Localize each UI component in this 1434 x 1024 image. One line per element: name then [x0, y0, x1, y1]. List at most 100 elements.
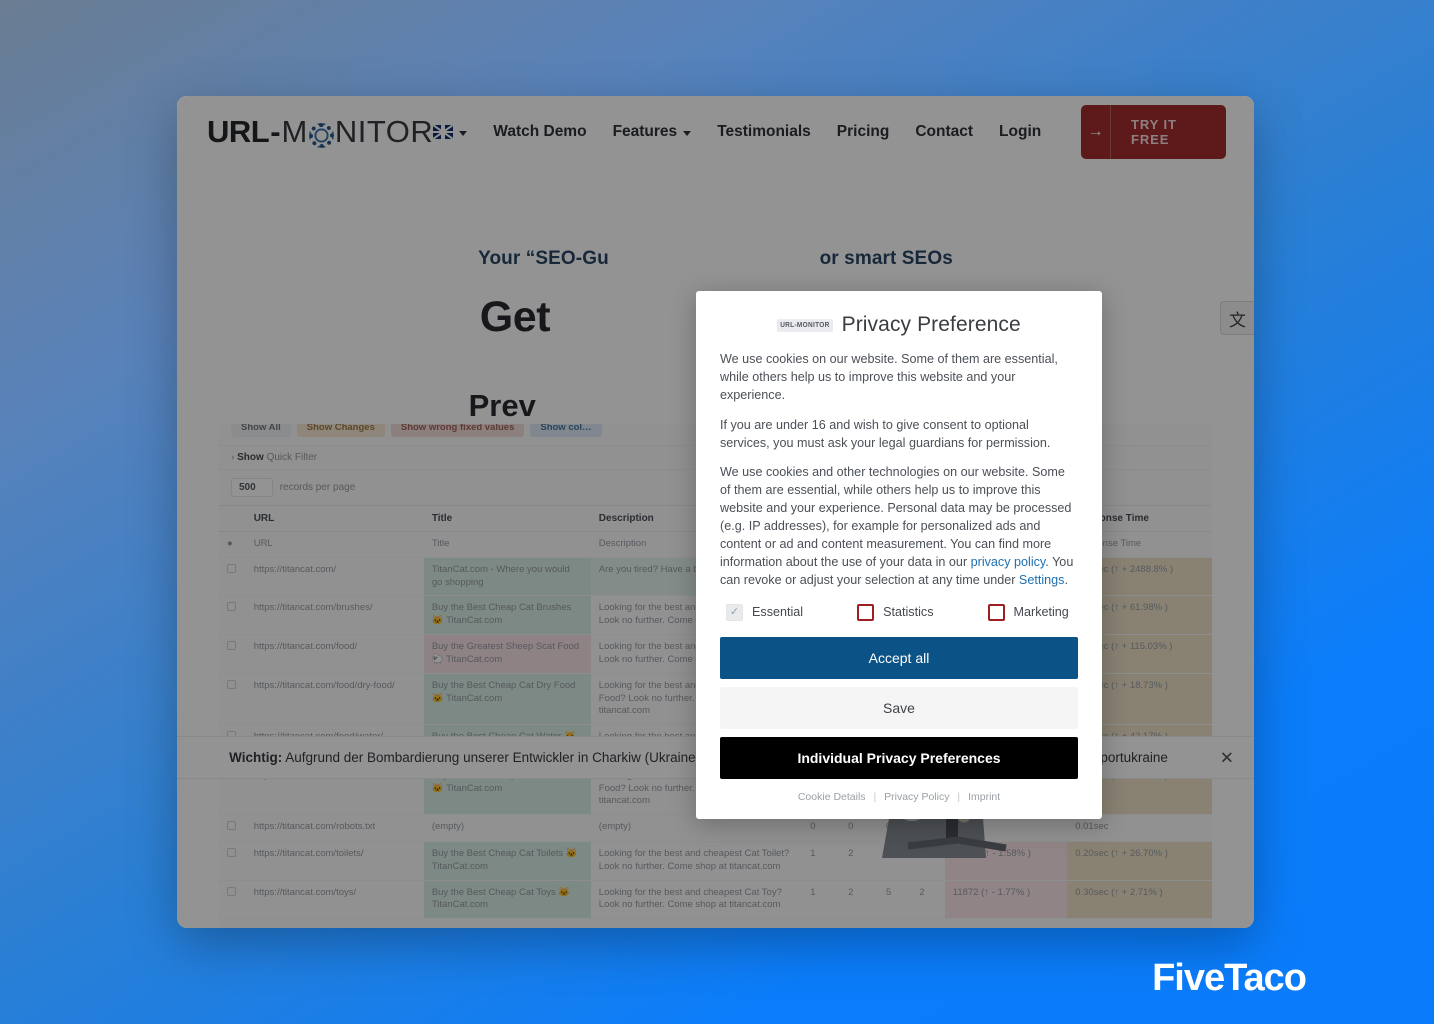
cell-title: Buy the Greatest Sheep Scat Food 🐑 Titan…	[423, 634, 591, 674]
cell-il: 5	[877, 880, 912, 920]
table-row[interactable]: https://titancat.com/robots.txt (empty) (e…	[219, 814, 1212, 842]
logo-text-url: URL	[207, 114, 270, 149]
filter-title[interactable]: Title	[423, 531, 591, 558]
footer-separator: |	[957, 790, 961, 803]
consent-label-essential: Essential	[752, 605, 804, 619]
cell-el: 2	[911, 880, 945, 920]
row-checkbox[interactable]	[219, 841, 246, 881]
nav-item-watch-demo[interactable]: Watch Demo	[493, 123, 586, 141]
save-button[interactable]: Save	[720, 686, 1078, 729]
nav-item-pricing[interactable]: Pricing	[837, 123, 890, 141]
nav-label: Testimonials	[717, 123, 811, 140]
col-url[interactable]: URL	[245, 505, 424, 532]
cell-url: https://titancat.com/robots.txt	[245, 814, 424, 842]
nav-item-features[interactable]: Features	[613, 123, 692, 141]
privacy-policy-link[interactable]: privacy policy	[971, 555, 1046, 569]
consent-label-marketing: Marketing	[1013, 605, 1069, 619]
browser-viewport: URL - M NITOR Watch Demo Features Testim…	[177, 96, 1254, 928]
nav-label: Pricing	[836, 123, 890, 140]
cell-h2: 2	[840, 880, 878, 920]
records-select[interactable]: 500	[231, 478, 273, 497]
consent-statistics[interactable]: Statistics	[857, 603, 934, 621]
cell-title: Buy the Best Cheap Cat Toilets 🐱 TitanCa…	[423, 841, 591, 881]
cell-title: (empty)	[423, 814, 591, 842]
dialog-paragraph-1: We use cookies on our website. Some of t…	[720, 352, 1058, 402]
hero-headline-left: Get	[479, 293, 551, 341]
logo-letters-nitor: NITOR	[334, 114, 434, 149]
nav-label: Watch Demo	[493, 123, 587, 140]
records-label: records per page	[279, 482, 356, 493]
col-title[interactable]: Title	[423, 505, 591, 532]
privacy-preference-dialog: URL-MONITOR Privacy Preference We use co…	[696, 291, 1102, 819]
cell-response-time: 0.01sec	[1067, 814, 1212, 842]
row-checkbox[interactable]	[219, 814, 246, 842]
select-all-checkbox[interactable]	[219, 505, 246, 532]
cell-response-time: 0.20sec (↑ + 26.70% )	[1067, 841, 1212, 881]
dialog-logo: URL-MONITOR	[777, 318, 833, 332]
nav-item-contact[interactable]: Contact	[915, 123, 973, 141]
cell-description: (empty)	[590, 814, 803, 842]
nav-item-testimonials[interactable]: Testimonials	[717, 123, 811, 141]
logo-text-monitor: M NITOR	[282, 114, 434, 150]
cell-title: Buy the Best Cheap Cat Brushes 🐱 TitanCa…	[423, 595, 591, 636]
quick-filter-caret-icon: ›	[231, 452, 235, 463]
consent-checkbox-group: ✓ Essential Statistics Marketing	[720, 603, 1078, 621]
uk-flag-icon	[433, 125, 454, 139]
paragraph3-after: .	[1064, 572, 1068, 587]
chevron-down-icon	[683, 130, 692, 136]
paragraph3-before: We use cookies and other technologies on…	[720, 465, 1072, 569]
logo-text-dash: -	[270, 114, 281, 149]
translate-icon[interactable]: 文	[1220, 301, 1254, 335]
hero-subline-left: Prev	[468, 388, 536, 423]
close-icon[interactable]: ✕	[1220, 749, 1234, 766]
footer-separator: |	[873, 790, 877, 803]
cell-h1: 1	[802, 880, 841, 920]
site-header: URL - M NITOR Watch Demo Features Testim…	[177, 96, 1254, 168]
dialog-paragraph-3: We use cookies and other technologies on…	[720, 464, 1078, 589]
main-navigation: Watch Demo Features Testimonials Pricing…	[433, 105, 1226, 159]
hero-eyebrow-left: Your “SEO-Gu	[478, 248, 609, 269]
table-row[interactable]: https://titancat.com/toilets/Buy the Bes…	[219, 841, 1212, 881]
status-dot-icon: ●	[219, 531, 246, 558]
individual-preferences-button[interactable]: Individual Privacy Preferences	[720, 736, 1078, 779]
chevron-down-icon	[459, 130, 468, 136]
cell-url: https://titancat.com/toys/	[245, 880, 424, 920]
nav-label: Features	[612, 123, 678, 140]
arrow-right-icon[interactable]: →	[1081, 105, 1110, 159]
cell-url: https://titancat.com/food/dry-food/	[245, 673, 424, 726]
cell-description: Looking for the best and cheapest Cat To…	[590, 841, 803, 881]
cell-title: TitanCat.com - Where you would go shoppi…	[423, 557, 591, 597]
try-it-free-button[interactable]: TRY IT FREE	[1110, 105, 1226, 159]
nav-label: Contact	[915, 123, 974, 140]
imprint-link[interactable]: Imprint	[968, 791, 1000, 803]
cell-url: https://titancat.com/brushes/	[245, 595, 424, 636]
consent-label-statistics: Statistics	[883, 605, 934, 619]
consent-essential[interactable]: ✓ Essential	[726, 603, 804, 621]
accept-all-button[interactable]: Accept all	[720, 636, 1078, 679]
row-checkbox[interactable]	[219, 634, 246, 674]
logo-letter-m: M	[281, 114, 308, 149]
notice-bold-label: Wichtig:	[229, 750, 283, 765]
nav-item-login[interactable]: Login	[999, 123, 1041, 141]
site-logo[interactable]: URL - M NITOR	[207, 114, 433, 150]
privacy-policy-footer-link[interactable]: Privacy Policy	[884, 791, 949, 803]
row-checkbox[interactable]	[219, 557, 246, 597]
settings-link[interactable]: Settings	[1019, 573, 1065, 587]
row-checkbox[interactable]	[219, 673, 246, 726]
cell-size: 11872 (↑ - 1.77% )	[944, 880, 1068, 920]
language-switcher[interactable]	[433, 125, 468, 139]
row-checkbox[interactable]	[219, 595, 246, 636]
checkbox-marketing[interactable]	[987, 603, 1005, 621]
cell-url: https://titancat.com/	[245, 557, 424, 597]
hero-eyebrow: Your “SEO-Gu or smart SEOs	[177, 248, 1254, 270]
row-checkbox[interactable]	[219, 880, 246, 920]
cookie-details-link[interactable]: Cookie Details	[798, 791, 866, 803]
dialog-title-row: URL-MONITOR Privacy Preference	[720, 313, 1078, 337]
nav-label: Login	[999, 123, 1042, 140]
hero-eyebrow-right: or smart SEOs	[819, 248, 953, 269]
checkbox-statistics[interactable]	[857, 603, 875, 621]
filter-url[interactable]: URL	[245, 531, 424, 558]
table-row[interactable]: https://titancat.com/toys/Buy the Best C…	[219, 880, 1212, 920]
dialog-title: Privacy Preference	[841, 313, 1021, 336]
consent-marketing[interactable]: Marketing	[987, 603, 1069, 621]
